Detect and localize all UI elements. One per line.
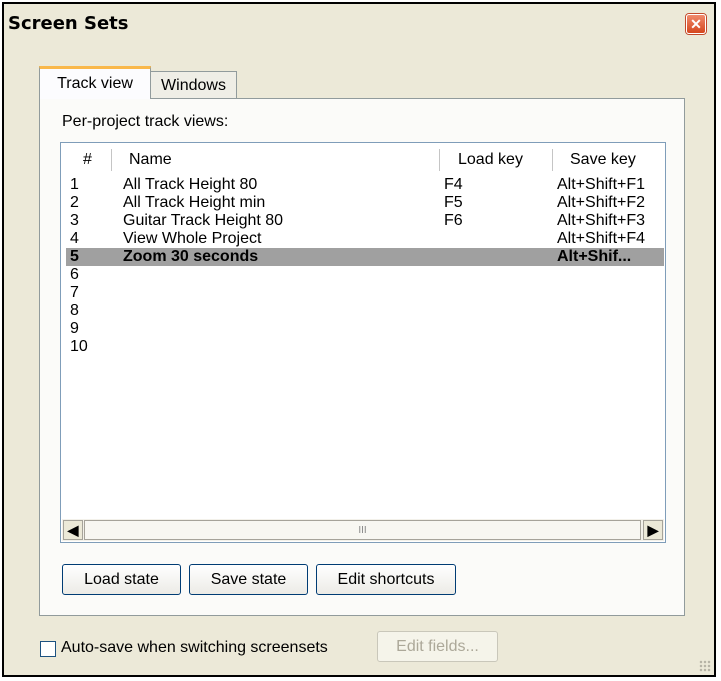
column-header-save-key[interactable]: Save key: [570, 151, 636, 169]
edit-fields-button: Edit fields...: [377, 631, 498, 662]
table-row[interactable]: 3 Guitar Track Height 80 F6 Alt+Shift+F3: [66, 212, 664, 230]
dialog-title: Screen Sets: [8, 13, 129, 34]
table-row[interactable]: 8: [66, 302, 664, 320]
row-save-key: Alt+Shift+F1: [557, 176, 646, 193]
row-number: 6: [70, 266, 79, 283]
row-name: All Track Height 80: [123, 176, 258, 193]
row-number: 2: [70, 194, 79, 211]
table-row[interactable]: 9: [66, 320, 664, 338]
row-save-key: Alt+Shift+F3: [557, 212, 646, 229]
table-row[interactable]: 5 Zoom 30 seconds Alt+Shif...: [66, 248, 664, 266]
table-row[interactable]: 6: [66, 266, 664, 284]
title-bar[interactable]: Screen Sets ✕: [4, 4, 714, 42]
screen-sets-dialog: Screen Sets ✕ Track view Windows Per-pro…: [2, 2, 716, 677]
row-name: All Track Height min: [123, 194, 266, 211]
row-save-key: Alt+Shift+F2: [557, 194, 646, 211]
autosave-label[interactable]: Auto-save when switching screensets: [61, 639, 328, 657]
table-row[interactable]: 10: [66, 338, 664, 356]
row-number: 5: [70, 248, 79, 265]
row-number: 10: [70, 338, 88, 355]
row-number: 9: [70, 320, 79, 337]
column-divider[interactable]: [552, 149, 553, 171]
load-state-button[interactable]: Load state: [62, 564, 181, 595]
track-view-panel: Per-project track views: # Name Load key…: [39, 98, 685, 616]
row-number: 3: [70, 212, 79, 229]
row-number: 4: [70, 230, 79, 247]
row-name: Guitar Track Height 80: [123, 212, 284, 229]
row-load-key: F4: [444, 176, 463, 193]
close-icon[interactable]: ✕: [686, 14, 706, 34]
column-header-name[interactable]: Name: [129, 151, 172, 169]
scroll-left-icon[interactable]: ◀: [63, 520, 83, 540]
edit-shortcuts-button[interactable]: Edit shortcuts: [316, 564, 456, 595]
row-save-key: Alt+Shif...: [557, 248, 632, 265]
table-row[interactable]: 7: [66, 284, 664, 302]
scroll-thumb[interactable]: III: [84, 520, 641, 540]
row-name: Zoom 30 seconds: [123, 248, 259, 265]
autosave-checkbox[interactable]: [40, 641, 56, 657]
column-divider[interactable]: [439, 149, 440, 171]
save-state-button[interactable]: Save state: [189, 564, 308, 595]
row-load-key: F5: [444, 194, 463, 211]
row-number: 1: [70, 176, 79, 193]
row-name: View Whole Project: [123, 230, 262, 247]
row-number: 8: [70, 302, 79, 319]
tab-track-view[interactable]: Track view: [39, 66, 151, 99]
horizontal-scrollbar[interactable]: ◀ III ▶: [62, 519, 664, 541]
table-row[interactable]: 4 View Whole Project Alt+Shift+F4: [66, 230, 664, 248]
row-load-key: F6: [444, 212, 463, 229]
tab-windows[interactable]: Windows: [150, 71, 237, 99]
row-save-key: Alt+Shift+F4: [557, 230, 646, 247]
table-row[interactable]: 2 All Track Height min F5 Alt+Shift+F2: [66, 194, 664, 212]
column-divider[interactable]: [111, 149, 112, 171]
column-header-number[interactable]: #: [83, 151, 92, 169]
per-project-label: Per-project track views:: [62, 113, 229, 130]
column-header-load-key[interactable]: Load key: [458, 151, 523, 169]
track-views-list[interactable]: # Name Load key Save key 1 All Track Heig…: [60, 142, 666, 543]
resize-grip-icon[interactable]: [699, 660, 711, 672]
table-row[interactable]: 1 All Track Height 80 F4 Alt+Shift+F1: [66, 176, 664, 194]
scroll-right-icon[interactable]: ▶: [643, 520, 663, 540]
row-number: 7: [70, 284, 79, 301]
